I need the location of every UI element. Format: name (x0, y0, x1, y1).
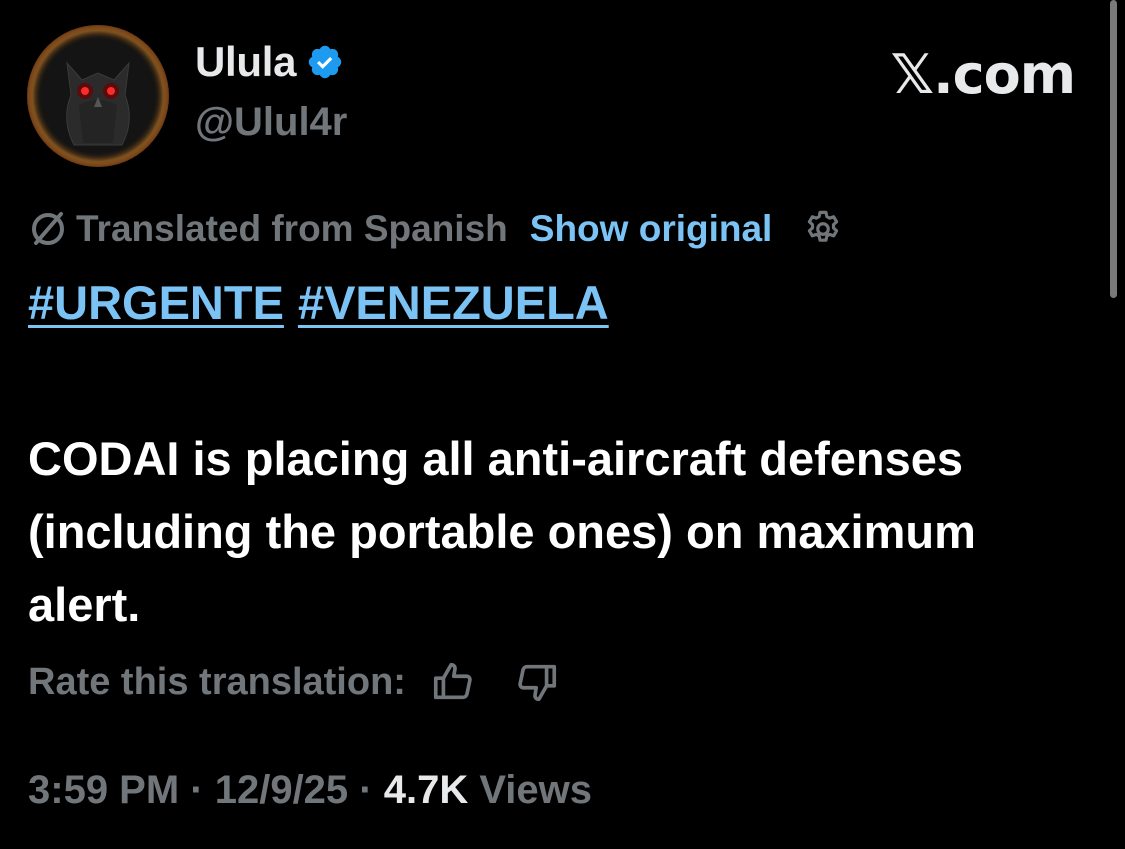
thumbs-up-icon[interactable] (430, 659, 476, 705)
tweet-meta: 3:59 PM · 12/9/25 · 4.7K Views (28, 768, 592, 813)
author-handle[interactable]: @Ulul4r (195, 100, 347, 145)
views-label: Views (468, 768, 593, 812)
avatar[interactable] (27, 25, 169, 167)
gear-icon[interactable] (802, 208, 844, 250)
views-count: 4.7K (383, 768, 469, 812)
verified-badge-icon (306, 43, 344, 81)
tweet-time[interactable]: 3:59 PM (28, 768, 179, 812)
hashtag-link[interactable]: #URGENTE (28, 276, 284, 329)
scrollbar[interactable] (1110, 0, 1117, 298)
hashtag-link[interactable]: #VENEZUELA (298, 276, 609, 329)
display-name-text: Ulula (195, 38, 297, 85)
translation-row: Translated from Spanish Show original (28, 208, 844, 250)
meta-separator: · (179, 768, 215, 812)
show-original-link[interactable]: Show original (530, 208, 773, 250)
translate-icon (28, 209, 68, 249)
author-display-name[interactable]: Ulula (195, 38, 344, 86)
tweet-text: CODAI is placing all anti-aircraft defen… (28, 432, 976, 631)
owl-avatar-icon (27, 25, 169, 167)
tweet-date[interactable]: 12/9/25 (215, 768, 348, 812)
hashtags: #URGENTE #VENEZUELA (28, 275, 609, 330)
translation-label: Translated from Spanish (76, 208, 508, 249)
meta-separator: · (348, 768, 384, 812)
rate-translation-label: Rate this translation: (28, 660, 406, 703)
rate-translation-row: Rate this translation: (28, 659, 560, 705)
site-logo: 𝕏.com (890, 43, 1076, 106)
thumbs-down-icon[interactable] (514, 659, 560, 705)
